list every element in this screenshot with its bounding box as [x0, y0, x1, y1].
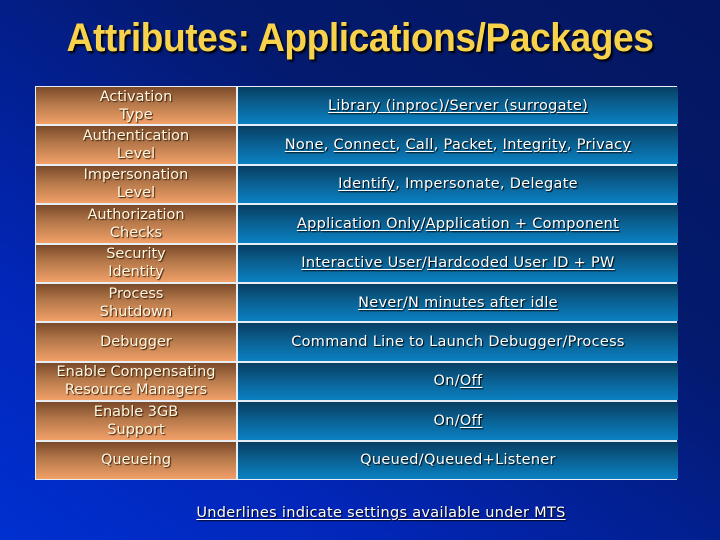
attribute-label: Process Shutdown [36, 284, 236, 322]
attribute-value: Command Line to Launch Debugger/Process [238, 323, 678, 361]
attribute-value-text: Never/N minutes after idle [358, 295, 558, 311]
attribute-value: Interactive User/Hardcoded User ID + PW [238, 244, 678, 282]
mts-setting-option: None [284, 137, 324, 154]
attribute-value: Identify, Impersonate, Delegate [238, 165, 678, 204]
attribute-value-text: Interactive User/Hardcoded User ID + PW [301, 255, 614, 271]
attribute-value: Application Only/Application + Component [238, 205, 678, 243]
attribute-value-text: On/Off [434, 373, 483, 389]
mts-setting-option: Packet [443, 137, 493, 154]
mts-setting-option: N minutes after idle [408, 294, 558, 311]
setting-option-text: , Impersonate, Delegate [395, 176, 578, 193]
mts-setting-option: Call [405, 137, 434, 154]
mts-setting-option: Application Only [296, 215, 421, 232]
setting-option-text: , [395, 137, 406, 154]
mts-setting-option: Connect [333, 137, 396, 154]
attribute-value-text: None, Connect, Call, Packet, Integrity, … [285, 137, 632, 153]
attribute-value-text: Identify, Impersonate, Delegate [338, 176, 578, 192]
attribute-label: Activation Type [36, 87, 236, 125]
setting-option-text: , [433, 137, 444, 154]
mts-setting-option: Off [459, 412, 483, 429]
mts-setting-option: Hardcoded User ID + PW [427, 255, 615, 272]
setting-option-text: , [566, 137, 577, 154]
mts-setting-option: Integrity [502, 137, 567, 154]
mts-setting-option: Never [358, 294, 403, 311]
mts-setting-option: Off [459, 373, 483, 390]
attribute-value: None, Connect, Call, Packet, Integrity, … [238, 126, 678, 164]
attribute-value-text: Queued/Queued+Listener [360, 452, 556, 468]
attribute-label: Enable Compensating Resource Managers [36, 362, 236, 401]
attribute-value-text: Application Only/Application + Component [297, 216, 619, 232]
attribute-value-text: On/Off [434, 413, 483, 429]
attribute-label: Authentication Level [36, 126, 236, 164]
mts-setting-option: Application + Component [425, 215, 620, 232]
attribute-label: Security Identity [36, 244, 236, 282]
slide-title: Attributes: Applications/Packages [66, 16, 654, 60]
attribute-value: Library (inproc)/Server (surrogate) [238, 87, 678, 125]
attributes-table: Activation Type Library (inproc)/Server (… [35, 86, 678, 480]
attribute-value: On/Off [238, 402, 678, 440]
attribute-value: Queued/Queued+Listener [238, 441, 678, 479]
setting-option-text: Command Line to Launch Debugger/Process [291, 334, 625, 351]
mts-setting-option: Identify [338, 176, 396, 193]
mts-setting-option: Library (inproc)/Server (surrogate) [327, 97, 589, 114]
mts-setting-option: Privacy [576, 137, 632, 154]
setting-option-text: On/ [433, 412, 460, 429]
setting-option-text: , [492, 137, 503, 154]
setting-option-text: Queued/Queued+Listener [360, 452, 556, 469]
attribute-label: Enable 3GB Support [36, 402, 236, 440]
mts-setting-option: Interactive User [301, 255, 422, 272]
footer-note: Underlines indicate settings available u… [196, 505, 566, 521]
setting-option-text: , [323, 137, 334, 154]
setting-option-text: On/ [433, 373, 460, 390]
attribute-value: On/Off [238, 362, 678, 401]
attribute-label: Queueing [36, 441, 236, 479]
attribute-value: Never/N minutes after idle [238, 284, 678, 322]
attribute-value-text: Library (inproc)/Server (surrogate) [328, 98, 588, 114]
attribute-label: Debugger [36, 323, 236, 361]
attribute-value-text: Command Line to Launch Debugger/Process [291, 334, 625, 350]
attribute-label: Impersonation Level [36, 165, 236, 204]
attribute-label: Authorization Checks [36, 205, 236, 243]
